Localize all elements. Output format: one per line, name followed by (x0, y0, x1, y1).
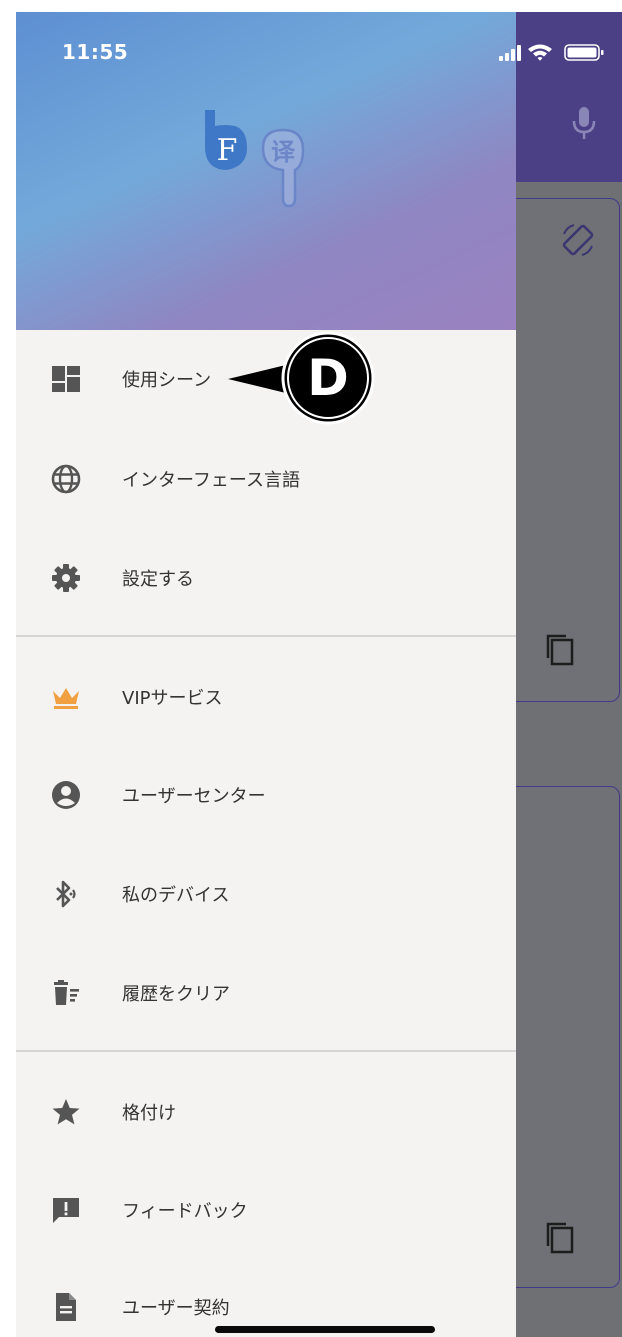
source-text-card[interactable] (506, 198, 620, 702)
status-icons (499, 44, 604, 61)
screen: F 译 使用シーン インターフェース言語 設定する VIPサービス ユーザーセン… (16, 12, 622, 1337)
battery-icon (564, 44, 604, 61)
home-indicator (215, 1326, 435, 1333)
annotation-letter: D (307, 349, 349, 407)
bluetooth-icon (56, 880, 76, 908)
rotate-screen-icon[interactable] (560, 222, 596, 258)
copy-icon[interactable] (544, 1220, 578, 1256)
globe-icon (51, 464, 81, 494)
translation-card[interactable] (506, 786, 620, 1288)
divider (16, 1050, 516, 1052)
gear-icon (52, 564, 80, 592)
status-time: 11:55 (62, 40, 129, 64)
menu-item-settings[interactable]: 設定する (16, 547, 516, 607)
crown-icon (53, 688, 79, 709)
account-circle-icon (52, 781, 80, 809)
menu-item-vip[interactable]: VIPサービス (16, 666, 516, 726)
navigation-drawer: F 译 使用シーン インターフェース言語 設定する VIPサービス ユーザーセン… (16, 12, 516, 1337)
menu-item-label: 私のデバイス (122, 885, 230, 906)
menu-item-label: 格付け (122, 1103, 176, 1124)
document-icon (56, 1293, 76, 1321)
microphone-icon[interactable] (571, 105, 597, 141)
menu-item-label: 使用シーン (122, 370, 212, 391)
svg-text:译: 译 (271, 138, 296, 166)
menu-item-user-center[interactable]: ユーザーセンター (16, 764, 516, 824)
star-icon (52, 1099, 80, 1125)
app-logo: F 译 (205, 110, 305, 208)
menu-item-label: フィードバック (122, 1201, 248, 1222)
menu-item-feedback[interactable]: フィードバック (16, 1179, 516, 1239)
menu-item-interface-language[interactable]: インターフェース言語 (16, 448, 516, 508)
clear-history-icon (54, 980, 79, 1005)
divider (16, 635, 516, 637)
svg-text:F: F (217, 133, 238, 168)
menu-item-label: VIPサービス (122, 688, 223, 709)
menu-item-label: ユーザーセンター (122, 786, 266, 807)
menu-item-label: 設定する (122, 569, 194, 590)
copy-icon[interactable] (544, 632, 578, 668)
menu-item-label: ユーザー契約 (122, 1298, 230, 1319)
menu-item-my-devices[interactable]: 私のデバイス (16, 863, 516, 923)
menu-item-clear-history[interactable]: 履歴をクリア (16, 962, 516, 1022)
signal-icon (499, 45, 521, 61)
menu-item-label: インターフェース言語 (122, 470, 301, 491)
menu-item-rating[interactable]: 格付け (16, 1081, 516, 1141)
wifi-icon (528, 44, 552, 61)
menu-item-label: 履歴をクリア (122, 984, 230, 1005)
annotation-callout: D (228, 331, 375, 425)
feedback-icon (53, 1198, 79, 1223)
dashboard-icon (52, 366, 80, 392)
